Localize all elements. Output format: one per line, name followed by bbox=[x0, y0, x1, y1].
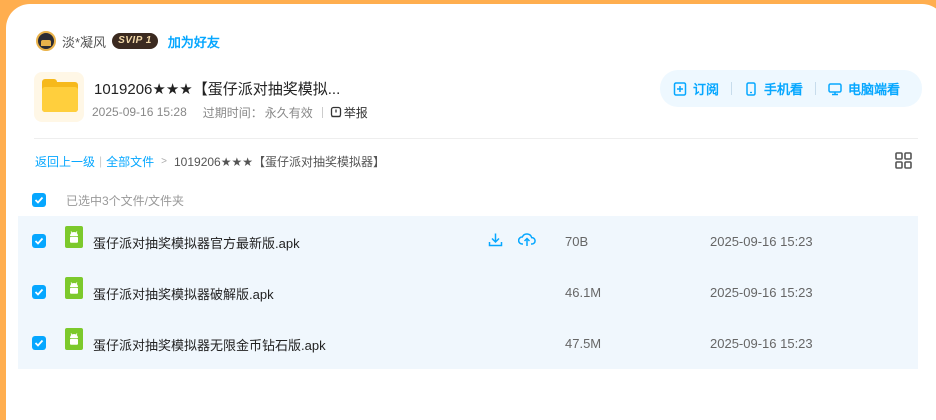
share-card: 淡*凝风 SVIP 1 加为好友 1019206★★★【蛋仔派对抽奖模拟... … bbox=[6, 4, 936, 420]
report-label: 举报 bbox=[343, 105, 368, 120]
add-friend-link[interactable]: 加为好友 bbox=[168, 32, 220, 51]
save-to-cloud-icon[interactable] bbox=[518, 231, 536, 248]
file-list: 蛋仔派对抽奖模拟器官方最新版.apk 70B 2025-09-16 15:23 bbox=[18, 216, 918, 369]
select-all-row: 已选中3个文件/文件夹 bbox=[32, 191, 184, 209]
breadcrumb: 返回上一级 | 全部文件 > 1019206★★★【蛋仔派对抽奖模拟器】 bbox=[35, 153, 385, 169]
breadcrumb-back[interactable]: 返回上一级 bbox=[35, 153, 95, 170]
android-apk-icon bbox=[65, 277, 83, 299]
table-row[interactable]: 蛋仔派对抽奖模拟器官方最新版.apk 70B 2025-09-16 15:23 bbox=[18, 216, 918, 267]
subscribe-label: 订阅 bbox=[693, 82, 720, 97]
android-apk-icon bbox=[65, 226, 83, 248]
report-icon bbox=[330, 106, 341, 118]
report-button[interactable]: 举报 bbox=[330, 104, 368, 121]
username[interactable]: 淡*凝风 bbox=[62, 32, 106, 51]
share-date: 2025-09-16 15:28 bbox=[92, 105, 187, 119]
monitor-icon bbox=[828, 82, 842, 95]
breadcrumb-separator: | bbox=[99, 154, 103, 168]
file-size: 46.1M bbox=[565, 285, 602, 300]
subscribe-icon bbox=[673, 81, 687, 96]
expire-label: 过期时间： bbox=[202, 105, 263, 120]
action-bar: 订阅 手机看 电脑端看 bbox=[660, 70, 922, 107]
share-meta: 2025-09-16 15:28 过期时间： 永久有效 举报 bbox=[92, 104, 368, 120]
expire-value: 永久有效 bbox=[264, 105, 313, 120]
grid-view-icon[interactable] bbox=[895, 152, 912, 169]
chevron-right-icon: > bbox=[161, 155, 167, 167]
header-divider bbox=[34, 138, 918, 139]
vip-badge: SVIP 1 bbox=[112, 33, 158, 49]
table-row[interactable]: 蛋仔派对抽奖模拟器无限金币钻石版.apk 47.5M 2025-09-16 15… bbox=[18, 318, 918, 369]
breadcrumb-current: 1019206★★★【蛋仔派对抽奖模拟器】 bbox=[174, 154, 385, 169]
file-name[interactable]: 蛋仔派对抽奖模拟器无限金币钻石版.apk bbox=[93, 335, 326, 354]
select-all-checkbox[interactable] bbox=[32, 193, 46, 207]
user-avatar[interactable] bbox=[36, 31, 56, 51]
file-name[interactable]: 蛋仔派对抽奖模拟器官方最新版.apk bbox=[93, 233, 300, 252]
pc-view-label: 电脑端看 bbox=[848, 82, 901, 97]
selection-count: 已选中3个文件/文件夹 bbox=[66, 193, 185, 208]
sharer-info: 淡*凝风 SVIP 1 加为好友 bbox=[36, 30, 220, 52]
android-apk-icon bbox=[65, 328, 83, 350]
share-title: 1019206★★★【蛋仔派对抽奖模拟... bbox=[94, 81, 341, 98]
folder-icon bbox=[34, 72, 84, 122]
file-name[interactable]: 蛋仔派对抽奖模拟器破解版.apk bbox=[93, 284, 274, 303]
action-divider bbox=[731, 82, 733, 95]
action-divider bbox=[815, 82, 817, 95]
row-checkbox[interactable] bbox=[32, 234, 46, 248]
file-size: 47.5M bbox=[565, 336, 602, 351]
download-icon[interactable] bbox=[488, 232, 503, 247]
check-icon bbox=[34, 196, 44, 204]
check-icon bbox=[34, 237, 44, 245]
row-checkbox[interactable] bbox=[32, 336, 46, 350]
row-checkbox[interactable] bbox=[32, 285, 46, 299]
mobile-icon bbox=[746, 81, 756, 96]
meta-divider bbox=[321, 106, 323, 118]
breadcrumb-all-files[interactable]: 全部文件 bbox=[106, 153, 154, 170]
mobile-view-button[interactable]: 手机看 bbox=[744, 79, 803, 98]
check-icon bbox=[34, 339, 44, 347]
file-date: 2025-09-16 15:23 bbox=[710, 336, 813, 351]
file-date: 2025-09-16 15:23 bbox=[710, 234, 813, 249]
table-row[interactable]: 蛋仔派对抽奖模拟器破解版.apk 46.1M 2025-09-16 15:23 bbox=[18, 267, 918, 318]
file-date: 2025-09-16 15:23 bbox=[710, 285, 813, 300]
check-icon bbox=[34, 288, 44, 296]
subscribe-button[interactable]: 订阅 bbox=[673, 79, 719, 98]
pc-view-button[interactable]: 电脑端看 bbox=[828, 79, 900, 98]
file-size: 70B bbox=[565, 234, 589, 249]
mobile-view-label: 手机看 bbox=[764, 82, 804, 97]
